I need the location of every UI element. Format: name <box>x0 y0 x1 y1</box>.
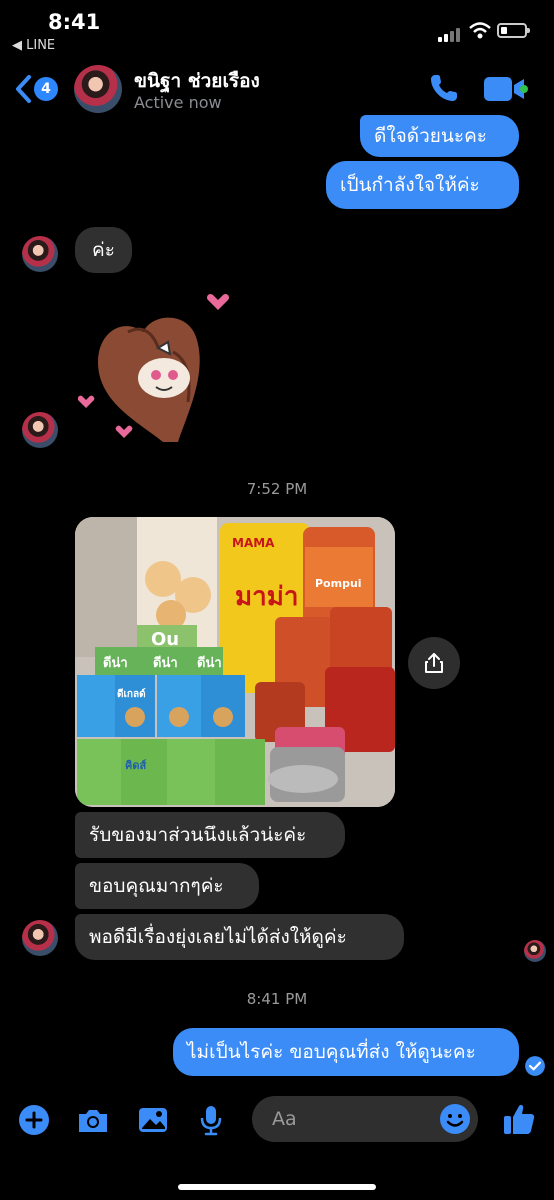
phone-call-icon[interactable] <box>428 72 460 104</box>
contact-avatar[interactable] <box>74 65 122 113</box>
message-input-placeholder: Aa <box>272 1108 297 1130</box>
back-to-app-link[interactable]: ◀ LINE <box>12 38 55 53</box>
gallery-icon[interactable] <box>137 1106 169 1134</box>
message-outgoing[interactable]: ไม่เป็นไรค่ะ ขอบคุณที่ส่ง ให้ดูนะคะ <box>173 1028 519 1076</box>
photo-milk-label: ดีน่า <box>103 655 128 671</box>
sender-avatar <box>22 412 58 448</box>
emoji-icon[interactable] <box>439 1103 471 1135</box>
message-outgoing[interactable]: ดีใจด้วยนะคะ <box>360 115 519 157</box>
unread-count-badge[interactable]: 4 <box>34 77 58 101</box>
message-incoming[interactable]: ขอบคุณมากๆค่ะ <box>75 863 259 909</box>
contact-name[interactable]: ขนิฐา ช่วยเรือง <box>134 66 260 96</box>
plus-icon[interactable] <box>18 1104 50 1136</box>
sent-check-icon <box>525 1056 545 1076</box>
read-receipt-avatar <box>524 940 546 962</box>
thumbs-up-icon[interactable] <box>502 1102 536 1136</box>
camera-icon[interactable] <box>76 1107 110 1135</box>
timestamp-divider: 8:41 PM <box>246 990 308 1008</box>
photo-milk-label: ดีน่า <box>197 655 222 671</box>
sloth-heart-sticker[interactable] <box>78 292 238 452</box>
photo-milk-label: ดีน่า <box>153 655 178 671</box>
wifi-icon <box>469 22 491 39</box>
signal-icon <box>438 26 464 42</box>
message-outgoing[interactable]: เป็นกำลังใจให้ค่ะ <box>326 161 519 209</box>
photo-noodle-brand: มาม่า <box>235 582 298 612</box>
home-indicator[interactable] <box>178 1184 376 1190</box>
microphone-icon[interactable] <box>199 1104 223 1136</box>
photo-can-brand: Pompui <box>315 577 362 590</box>
back-chevron-icon[interactable] <box>14 74 34 104</box>
message-incoming[interactable]: ค่ะ <box>75 227 132 273</box>
video-call-icon[interactable] <box>484 76 528 102</box>
shared-photo[interactable]: Ou MAMA มาม่า Pompui ดีน่า ดีน่า ดีน่า ด… <box>75 517 395 807</box>
message-incoming[interactable]: พอดีมีเรื่องยุ่งเลยไม่ได้ส่งให้ดูค่ะ <box>75 914 404 960</box>
sender-avatar <box>22 236 58 272</box>
message-incoming[interactable]: รับของมาส่วนนึงแล้วน่ะค่ะ <box>75 812 345 858</box>
share-button[interactable] <box>408 637 460 689</box>
battery-icon <box>497 23 530 38</box>
status-time: 8:41 <box>48 10 101 34</box>
photo-box-label: ดีเกลด์ <box>117 688 146 700</box>
share-icon <box>425 653 443 673</box>
photo-mama-logo: MAMA <box>232 536 275 550</box>
svg-text:Ou: Ou <box>151 629 179 650</box>
timestamp-divider: 7:52 PM <box>246 480 308 498</box>
sender-avatar <box>22 920 58 956</box>
contact-status: Active now <box>134 93 222 112</box>
photo-kids-label: คิดส์ <box>125 759 147 772</box>
